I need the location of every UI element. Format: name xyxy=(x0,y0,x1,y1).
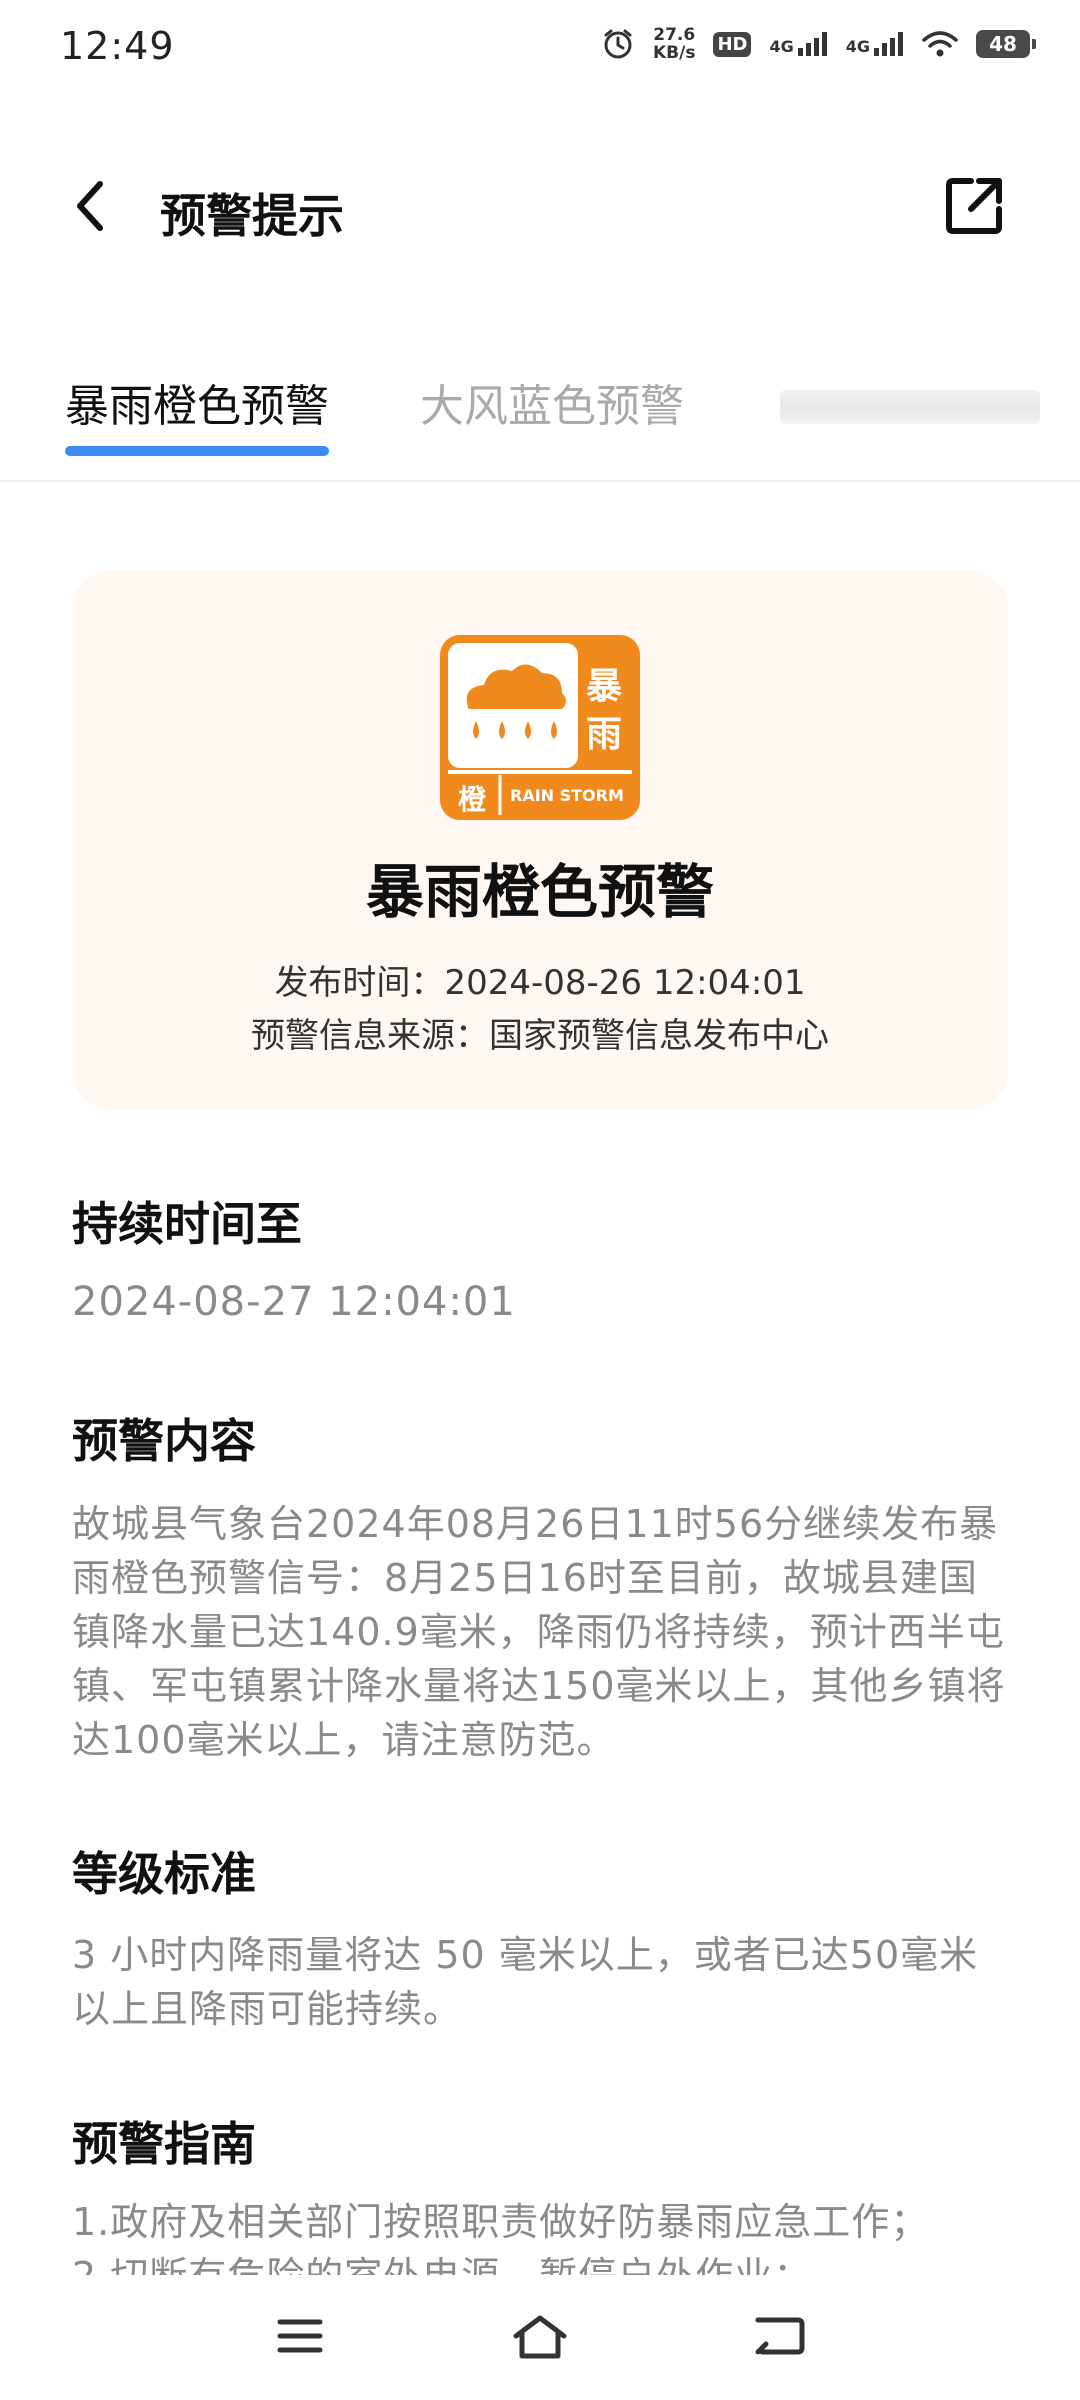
net-speed: 27.6 KB/s xyxy=(653,26,695,62)
status-time: 12:49 xyxy=(60,24,175,68)
alert-publish-time: 发布时间：2024-08-26 12:04:01 xyxy=(274,963,806,1003)
chevron-left-icon xyxy=(72,180,108,236)
guide-heading: 预警指南 xyxy=(72,2117,256,2171)
home-icon xyxy=(510,2312,570,2364)
page: 12:49 27.6 KB/s HD 4G 4G 48 预警提示 暴雨橙色预警 … xyxy=(0,0,1080,2400)
share-button[interactable] xyxy=(938,172,1010,244)
alarm-icon xyxy=(601,27,635,61)
icon-text-1: 暴 xyxy=(586,666,623,707)
content-heading: 预警内容 xyxy=(72,1414,256,1468)
hd-label: HD xyxy=(713,31,752,57)
standard-text: 3 小时内降雨量将达 50 毫米以上，或者已达50毫米以上且降雨可能持续。 xyxy=(72,1933,979,2031)
tab-label: 暴雨橙色预警 xyxy=(65,381,329,432)
tab-blurred[interactable] xyxy=(780,390,1040,424)
duration-heading: 持续时间至 xyxy=(72,1197,302,1251)
status-icons: 27.6 KB/s HD 4G 4G 48 xyxy=(601,26,1036,62)
menu-icon xyxy=(276,2316,324,2360)
net-speed-unit: KB/s xyxy=(652,43,696,63)
tab-rainstorm-orange[interactable]: 暴雨橙色预警 xyxy=(65,370,329,456)
icon-text-2: 雨 xyxy=(586,714,623,755)
tab-bar: 暴雨橙色预警 大风蓝色预警 xyxy=(0,360,1080,482)
battery-indicator: 48 xyxy=(976,30,1036,58)
signal-label: 4G xyxy=(769,37,794,56)
hd-icon: HD xyxy=(713,31,752,57)
signal-label-2: 4G xyxy=(845,37,870,56)
signal-icon-2: 4G xyxy=(846,32,904,56)
nav-home-button[interactable] xyxy=(505,2303,575,2373)
standard-heading: 等级标准 xyxy=(72,1847,256,1901)
alert-title: 暴雨橙色预警 xyxy=(365,858,714,926)
tab-gale-blue[interactable]: 大风蓝色预警 xyxy=(420,370,684,434)
guide-item: 2.切断有危险的室外电源，暂停户外作业； xyxy=(72,2249,1012,2275)
signal-icon: 4G xyxy=(769,32,827,56)
rainstorm-orange-warning-icon: 暴 雨 橙 RAIN STORM xyxy=(440,635,640,820)
back-button[interactable] xyxy=(60,178,120,238)
guide-item: 1.政府及相关部门按照职责做好防暴雨应急工作； xyxy=(72,2200,930,2244)
alert-source: 预警信息来源：国家预警信息发布中心 xyxy=(251,1016,829,1056)
tab-active-indicator xyxy=(65,446,329,456)
header: 预警提示 xyxy=(0,160,1080,260)
back-icon xyxy=(754,2314,806,2362)
guide-list: 1.政府及相关部门按照职责做好防暴雨应急工作； 2.切断有危险的室外电源，暂停户… xyxy=(72,2195,1012,2275)
content-text: 故城县气象台2024年08月26日11时56分继续发布暴雨橙色预警信号：8月25… xyxy=(72,1502,1006,1762)
wifi-icon xyxy=(922,30,958,58)
alert-card: 暴 雨 橙 RAIN STORM 暴雨橙色预警 发布时间：2024-08-26 … xyxy=(72,570,1008,1110)
nav-back-button[interactable] xyxy=(745,2303,815,2373)
page-title: 预警提示 xyxy=(160,189,344,243)
net-speed-value: 27.6 xyxy=(653,25,696,45)
system-nav-bar xyxy=(0,2275,1080,2400)
tab-label: 大风蓝色预警 xyxy=(420,381,684,432)
status-bar: 12:49 27.6 KB/s HD 4G 4G 48 xyxy=(0,0,1080,100)
share-external-icon xyxy=(943,175,1005,241)
icon-english-label: RAIN STORM xyxy=(510,786,624,805)
icon-level-char: 橙 xyxy=(458,783,487,816)
nav-menu-button[interactable] xyxy=(265,2303,335,2373)
duration-text: 2024-08-27 12:04:01 xyxy=(72,1279,516,1325)
